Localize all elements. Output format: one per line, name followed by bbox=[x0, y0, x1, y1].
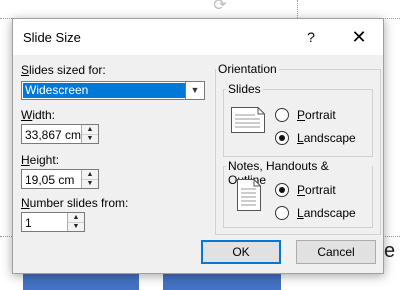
slides-portrait-radio[interactable] bbox=[275, 108, 289, 122]
notes-portrait-label[interactable]: Portrait bbox=[297, 183, 336, 197]
notes-landscape-label[interactable]: Landscape bbox=[297, 206, 356, 220]
cancel-button[interactable]: Cancel bbox=[296, 240, 376, 264]
number-slides-from-label: Number slides from: bbox=[21, 196, 129, 210]
number-slides-from-stepper[interactable]: 1 ▲ ▼ bbox=[21, 212, 85, 232]
number-slides-from-value[interactable]: 1 bbox=[25, 216, 32, 230]
help-button[interactable]: ? bbox=[299, 25, 323, 49]
portrait-page-icon bbox=[237, 179, 261, 211]
width-label: Width: bbox=[21, 108, 56, 122]
slide-guide-vertical bbox=[297, 0, 298, 20]
number-down-arrow-icon[interactable]: ▼ bbox=[68, 222, 84, 231]
orientation-title: Orientation bbox=[216, 62, 279, 76]
landscape-page-icon bbox=[231, 107, 265, 133]
width-down-arrow-icon[interactable]: ▼ bbox=[82, 134, 98, 143]
slide-partial-text: e bbox=[384, 240, 396, 262]
rotate-handle-icon[interactable]: ⟳ bbox=[209, 0, 231, 16]
slide-size-dialog: Slide Size ? ✕ Slides sized for: Widescr… bbox=[12, 18, 384, 274]
chevron-down-icon[interactable]: ▼ bbox=[185, 82, 204, 99]
height-stepper[interactable]: 19,05 cm ▲ ▼ bbox=[21, 169, 99, 189]
height-label: Height: bbox=[21, 153, 60, 167]
slides-sized-for-dropdown[interactable]: Widescreen ▼ bbox=[21, 81, 205, 100]
slides-landscape-radio[interactable] bbox=[275, 131, 289, 145]
slides-portrait-label[interactable]: Portrait bbox=[297, 108, 336, 122]
width-stepper[interactable]: 33,867 cm ▲ ▼ bbox=[21, 124, 99, 144]
slides-sized-for-label: Slides sized for: bbox=[21, 63, 106, 77]
dialog-title: Slide Size bbox=[23, 30, 81, 45]
notes-landscape-radio[interactable] bbox=[275, 206, 289, 220]
dialog-titlebar: Slide Size ? ✕ bbox=[13, 19, 383, 55]
close-button[interactable]: ✕ bbox=[347, 25, 371, 49]
height-value[interactable]: 19,05 cm bbox=[25, 173, 74, 187]
notes-portrait-radio[interactable] bbox=[275, 183, 289, 197]
width-value[interactable]: 33,867 cm bbox=[25, 128, 81, 142]
ok-button[interactable]: OK bbox=[201, 240, 281, 264]
slides-landscape-label[interactable]: Landscape bbox=[297, 131, 356, 145]
slides-sized-for-value: Widescreen bbox=[23, 83, 185, 98]
slides-subgroup-title: Slides bbox=[226, 82, 263, 96]
height-down-arrow-icon[interactable]: ▼ bbox=[82, 179, 98, 188]
